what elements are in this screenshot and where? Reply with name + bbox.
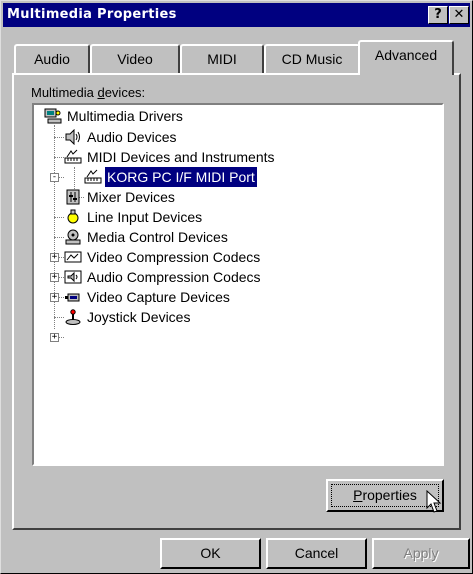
expand-video-codecs-toggle[interactable]: + — [50, 273, 59, 282]
collapse-midi-toggle[interactable]: - — [50, 173, 59, 182]
tree-item-label: Multimedia Drivers — [67, 108, 183, 124]
video-codec-icon — [64, 251, 82, 263]
midi-icon — [84, 169, 102, 184]
computer-icon — [44, 108, 62, 124]
tab-cd-music[interactable]: CD Music — [264, 44, 360, 74]
window-title: Multimedia Properties — [7, 7, 177, 22]
mouse-pointer-icon — [426, 490, 442, 513]
multimedia-properties-window: Multimedia Properties ? ✕ Audio Video MI… — [0, 0, 473, 574]
expand-joystick-toggle[interactable]: + — [50, 333, 59, 342]
tab-advanced[interactable]: Advanced — [358, 40, 454, 75]
apply-button[interactable]: Apply — [372, 538, 470, 569]
midi-icon — [64, 149, 82, 164]
ok-button[interactable]: OK — [160, 538, 261, 569]
close-button[interactable]: ✕ — [449, 6, 469, 24]
joystick-icon — [65, 309, 81, 325]
tree-item-label: Media Control Devices — [87, 229, 228, 245]
line-input-icon — [67, 209, 79, 224]
tab-audio[interactable]: Audio — [14, 44, 90, 74]
tree-item-label: Video Compression Codecs — [87, 249, 261, 265]
tree-item-label: Audio Devices — [87, 129, 177, 145]
tab-midi[interactable]: MIDI — [180, 44, 264, 74]
tree-item-label: Audio Compression Codecs — [87, 269, 261, 285]
mixer-icon — [66, 189, 80, 205]
audio-codec-icon — [64, 270, 82, 284]
tree-item-label: Video Capture Devices — [87, 289, 230, 305]
device-tree[interactable]: - + + + + Multimedia Drivers Audio Devic… — [32, 103, 444, 466]
video-capture-icon — [65, 293, 80, 302]
tree-item-label: KORG PC I/F MIDI Port — [104, 166, 258, 188]
speaker-icon — [65, 129, 80, 145]
devices-label: Multimedia devices: — [31, 85, 146, 100]
tree-item-label: Line Input Devices — [87, 209, 203, 225]
cancel-button[interactable]: Cancel — [266, 538, 367, 569]
expand-media-control-toggle[interactable]: + — [50, 253, 59, 262]
expand-audio-codecs-toggle[interactable]: + — [50, 293, 59, 302]
properties-button-label: Properties — [331, 484, 439, 507]
help-button[interactable]: ? — [428, 6, 448, 24]
media-control-icon — [65, 229, 81, 245]
tab-video[interactable]: Video — [90, 44, 180, 74]
tree-item-label: MIDI Devices and Instruments — [87, 149, 275, 165]
title-bar[interactable]: Multimedia Properties ? ✕ — [3, 3, 470, 27]
tree-item-label: Mixer Devices — [87, 189, 175, 205]
tree-item-label: Joystick Devices — [87, 309, 191, 325]
